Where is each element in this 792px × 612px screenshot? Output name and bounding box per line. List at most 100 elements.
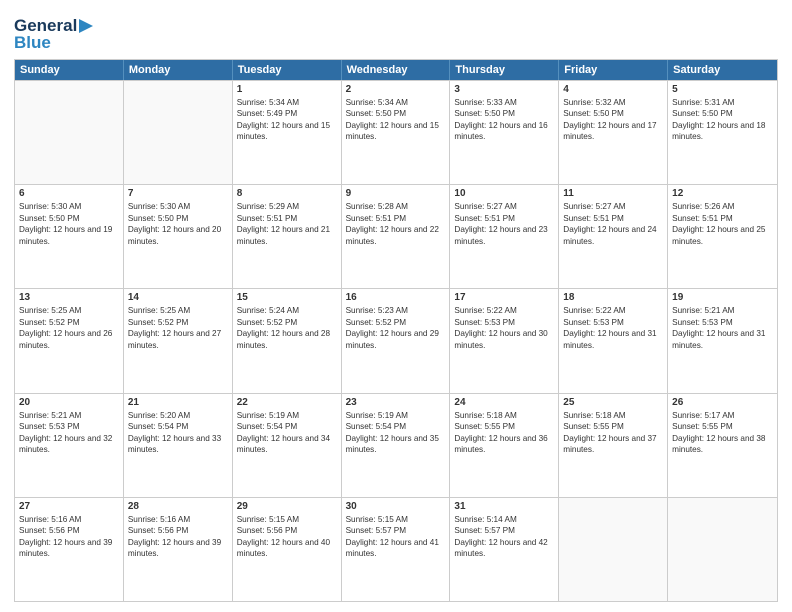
daylight-text: Daylight: 12 hours and 25 minutes. <box>672 224 773 247</box>
sunset-text: Sunset: 5:54 PM <box>128 421 228 432</box>
calendar-cell: 3Sunrise: 5:33 AMSunset: 5:50 PMDaylight… <box>450 81 559 184</box>
daylight-text: Daylight: 12 hours and 18 minutes. <box>672 120 773 143</box>
calendar: SundayMondayTuesdayWednesdayThursdayFrid… <box>14 59 778 602</box>
sunrise-text: Sunrise: 5:23 AM <box>346 305 446 316</box>
calendar-cell: 26Sunrise: 5:17 AMSunset: 5:55 PMDayligh… <box>668 394 777 497</box>
calendar-cell: 27Sunrise: 5:16 AMSunset: 5:56 PMDayligh… <box>15 498 124 601</box>
daylight-text: Daylight: 12 hours and 35 minutes. <box>346 433 446 456</box>
sunrise-text: Sunrise: 5:15 AM <box>346 514 446 525</box>
sunrise-text: Sunrise: 5:26 AM <box>672 201 773 212</box>
sunrise-text: Sunrise: 5:28 AM <box>346 201 446 212</box>
day-number: 15 <box>237 292 337 303</box>
day-number: 25 <box>563 397 663 408</box>
calendar-cell: 2Sunrise: 5:34 AMSunset: 5:50 PMDaylight… <box>342 81 451 184</box>
weekday-header-saturday: Saturday <box>668 60 777 80</box>
calendar-body: 1Sunrise: 5:34 AMSunset: 5:49 PMDaylight… <box>15 80 777 601</box>
sunset-text: Sunset: 5:51 PM <box>454 213 554 224</box>
calendar-cell: 20Sunrise: 5:21 AMSunset: 5:53 PMDayligh… <box>15 394 124 497</box>
daylight-text: Daylight: 12 hours and 38 minutes. <box>672 433 773 456</box>
header: General Blue <box>14 10 778 53</box>
daylight-text: Daylight: 12 hours and 30 minutes. <box>454 328 554 351</box>
sunset-text: Sunset: 5:57 PM <box>346 525 446 536</box>
sunset-text: Sunset: 5:53 PM <box>563 317 663 328</box>
calendar-cell: 25Sunrise: 5:18 AMSunset: 5:55 PMDayligh… <box>559 394 668 497</box>
calendar-cell: 21Sunrise: 5:20 AMSunset: 5:54 PMDayligh… <box>124 394 233 497</box>
calendar-cell: 1Sunrise: 5:34 AMSunset: 5:49 PMDaylight… <box>233 81 342 184</box>
sunrise-text: Sunrise: 5:20 AM <box>128 410 228 421</box>
daylight-text: Daylight: 12 hours and 41 minutes. <box>346 537 446 560</box>
calendar-cell: 15Sunrise: 5:24 AMSunset: 5:52 PMDayligh… <box>233 289 342 392</box>
calendar-cell: 13Sunrise: 5:25 AMSunset: 5:52 PMDayligh… <box>15 289 124 392</box>
sunset-text: Sunset: 5:52 PM <box>128 317 228 328</box>
calendar-cell: 23Sunrise: 5:19 AMSunset: 5:54 PMDayligh… <box>342 394 451 497</box>
logo-arrow <box>79 19 99 33</box>
logo: General Blue <box>14 14 99 53</box>
sunrise-text: Sunrise: 5:19 AM <box>237 410 337 421</box>
day-number: 7 <box>128 188 228 199</box>
sunset-text: Sunset: 5:52 PM <box>237 317 337 328</box>
calendar-cell: 18Sunrise: 5:22 AMSunset: 5:53 PMDayligh… <box>559 289 668 392</box>
sunrise-text: Sunrise: 5:21 AM <box>19 410 119 421</box>
daylight-text: Daylight: 12 hours and 33 minutes. <box>128 433 228 456</box>
sunset-text: Sunset: 5:51 PM <box>346 213 446 224</box>
day-number: 26 <box>672 397 773 408</box>
sunrise-text: Sunrise: 5:31 AM <box>672 97 773 108</box>
sunset-text: Sunset: 5:51 PM <box>672 213 773 224</box>
calendar-week-2: 6Sunrise: 5:30 AMSunset: 5:50 PMDaylight… <box>15 184 777 288</box>
daylight-text: Daylight: 12 hours and 29 minutes. <box>346 328 446 351</box>
sunset-text: Sunset: 5:56 PM <box>19 525 119 536</box>
daylight-text: Daylight: 12 hours and 31 minutes. <box>672 328 773 351</box>
calendar-cell <box>559 498 668 601</box>
day-number: 29 <box>237 501 337 512</box>
sunrise-text: Sunrise: 5:27 AM <box>563 201 663 212</box>
sunrise-text: Sunrise: 5:21 AM <box>672 305 773 316</box>
day-number: 27 <box>19 501 119 512</box>
calendar-cell: 24Sunrise: 5:18 AMSunset: 5:55 PMDayligh… <box>450 394 559 497</box>
day-number: 2 <box>346 84 446 95</box>
day-number: 16 <box>346 292 446 303</box>
calendar-cell: 12Sunrise: 5:26 AMSunset: 5:51 PMDayligh… <box>668 185 777 288</box>
daylight-text: Daylight: 12 hours and 26 minutes. <box>19 328 119 351</box>
sunset-text: Sunset: 5:54 PM <box>237 421 337 432</box>
day-number: 4 <box>563 84 663 95</box>
sunrise-text: Sunrise: 5:33 AM <box>454 97 554 108</box>
calendar-cell: 16 Sunrise: 5:23 AMSunset: 5:52 PMDayligh… <box>342 289 451 392</box>
daylight-text: Daylight: 12 hours and 40 minutes. <box>237 537 337 560</box>
daylight-text: Daylight: 12 hours and 24 minutes. <box>563 224 663 247</box>
day-number: 18 <box>563 292 663 303</box>
calendar-week-5: 27 Sunrise: 5:16 AM Sunset: 5:56 PM Dayligh… <box>15 497 777 601</box>
day-number: 23 <box>346 397 446 408</box>
sunrise-text: Sunrise: 5:22 AM <box>454 305 554 316</box>
calendar-week-1: 1Sunrise: 5:34 AMSunset: 5:49 PMDaylight… <box>15 80 777 184</box>
weekday-header-sunday: Sunday <box>15 60 124 80</box>
calendar-cell: 19Sunrise: 5:21 AMSunset: 5:53 PMDayligh… <box>668 289 777 392</box>
daylight-text: Daylight: 12 hours and 28 minutes. <box>237 328 337 351</box>
day-number: 20 <box>19 397 119 408</box>
day-number: 22 <box>237 397 337 408</box>
sunset-text: Sunset: 5:52 PM <box>346 317 446 328</box>
sunset-text: Sunset: 5:50 PM <box>672 108 773 119</box>
weekday-header-wednesday: Wednesday <box>342 60 451 80</box>
sunrise-text: Sunrise: 5:16 AM <box>128 514 228 525</box>
calendar-cell: 11Sunrise: 5:27 AMSunset: 5:51 PMDayligh… <box>559 185 668 288</box>
day-number: 11 <box>563 188 663 199</box>
sunset-text: Sunset: 5:57 PM <box>454 525 554 536</box>
calendar-cell <box>15 81 124 184</box>
daylight-text: Daylight: 12 hours and 32 minutes. <box>19 433 119 456</box>
calendar-cell: 10Sunrise: 5:27 AMSunset: 5:51 PMDayligh… <box>450 185 559 288</box>
sunrise-text: Sunrise: 5:18 AM <box>454 410 554 421</box>
sunset-text: Sunset: 5:50 PM <box>563 108 663 119</box>
daylight-text: Daylight: 12 hours and 16 minutes. <box>454 120 554 143</box>
daylight-text: Daylight: 12 hours and 39 minutes. <box>128 537 228 560</box>
day-number: 24 <box>454 397 554 408</box>
weekday-header-friday: Friday <box>559 60 668 80</box>
daylight-text: Daylight: 12 hours and 31 minutes. <box>563 328 663 351</box>
calendar-week-4: 20Sunrise: 5:21 AMSunset: 5:53 PMDayligh… <box>15 393 777 497</box>
day-number: 19 <box>672 292 773 303</box>
sunset-text: Sunset: 5:50 PM <box>19 213 119 224</box>
sunset-text: Sunset: 5:50 PM <box>346 108 446 119</box>
daylight-text: Daylight: 12 hours and 22 minutes. <box>346 224 446 247</box>
weekday-header-monday: Monday <box>124 60 233 80</box>
calendar-cell: 4Sunrise: 5:32 AMSunset: 5:50 PMDaylight… <box>559 81 668 184</box>
sunset-text: Sunset: 5:49 PM <box>237 108 337 119</box>
